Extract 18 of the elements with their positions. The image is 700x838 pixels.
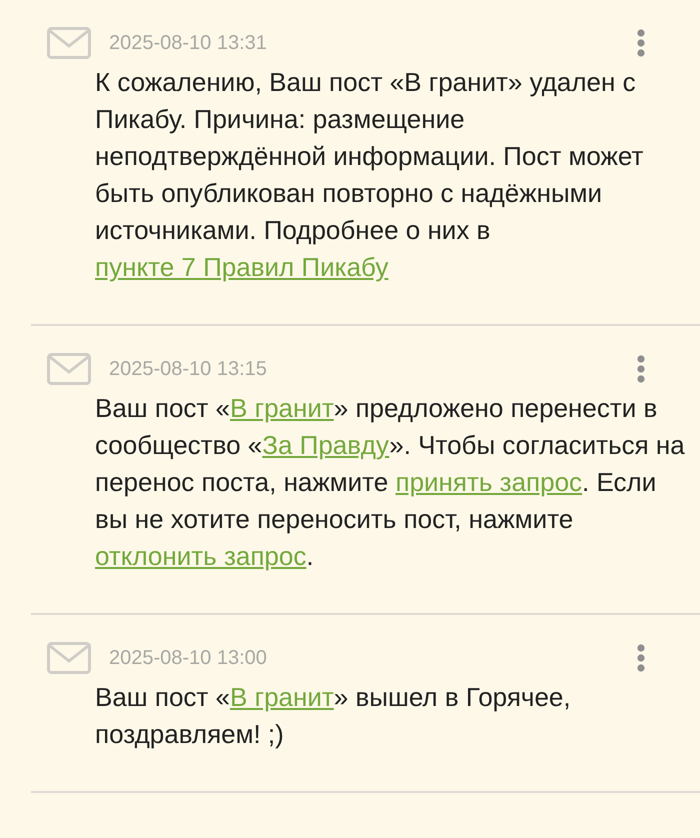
message-text: Ваш пост «В гранит» предложено перенести в сообщество «За Правду». Чтобы согласиться на перенос поста, нажмите принять запрос. Если вы не хотите переносить пост, нажмите отклонить запрос. (95, 392, 685, 573)
message-link[interactable]: отклонить запрос (95, 541, 306, 571)
more-options-icon[interactable] (636, 29, 646, 57)
message-link[interactable]: В гранит (230, 393, 334, 423)
message-time: 2025-08-10 13:00 (109, 646, 267, 670)
message-link[interactable]: За Правду (262, 430, 390, 460)
more-options-icon[interactable] (636, 644, 646, 672)
message-text: К сожалению, Ваш пост «В гранит» удален с Пикабу. Причина: размещение неподтверждённой информации. Пост может быть опубликован повторно с надёжными источниками. Подробнее о них в пункте 7 Правил Пикабу (95, 66, 644, 284)
message-time: 2025-08-10 13:15 (109, 358, 267, 380)
message-time: 2025-08-10 13:31 (109, 32, 267, 54)
message-text: Ваш пост «В гранит» вышел в Горячее, поздравляем! ;) (95, 681, 572, 751)
envelope-icon (47, 353, 91, 385)
envelope-icon (47, 642, 91, 674)
more-options-icon[interactable] (636, 355, 646, 383)
message-link[interactable]: В гранит (230, 682, 334, 712)
message-link[interactable]: пункте 7 Правил Пикабу (95, 252, 388, 282)
message-link[interactable]: принять запрос (395, 467, 582, 497)
envelope-icon (47, 27, 91, 59)
